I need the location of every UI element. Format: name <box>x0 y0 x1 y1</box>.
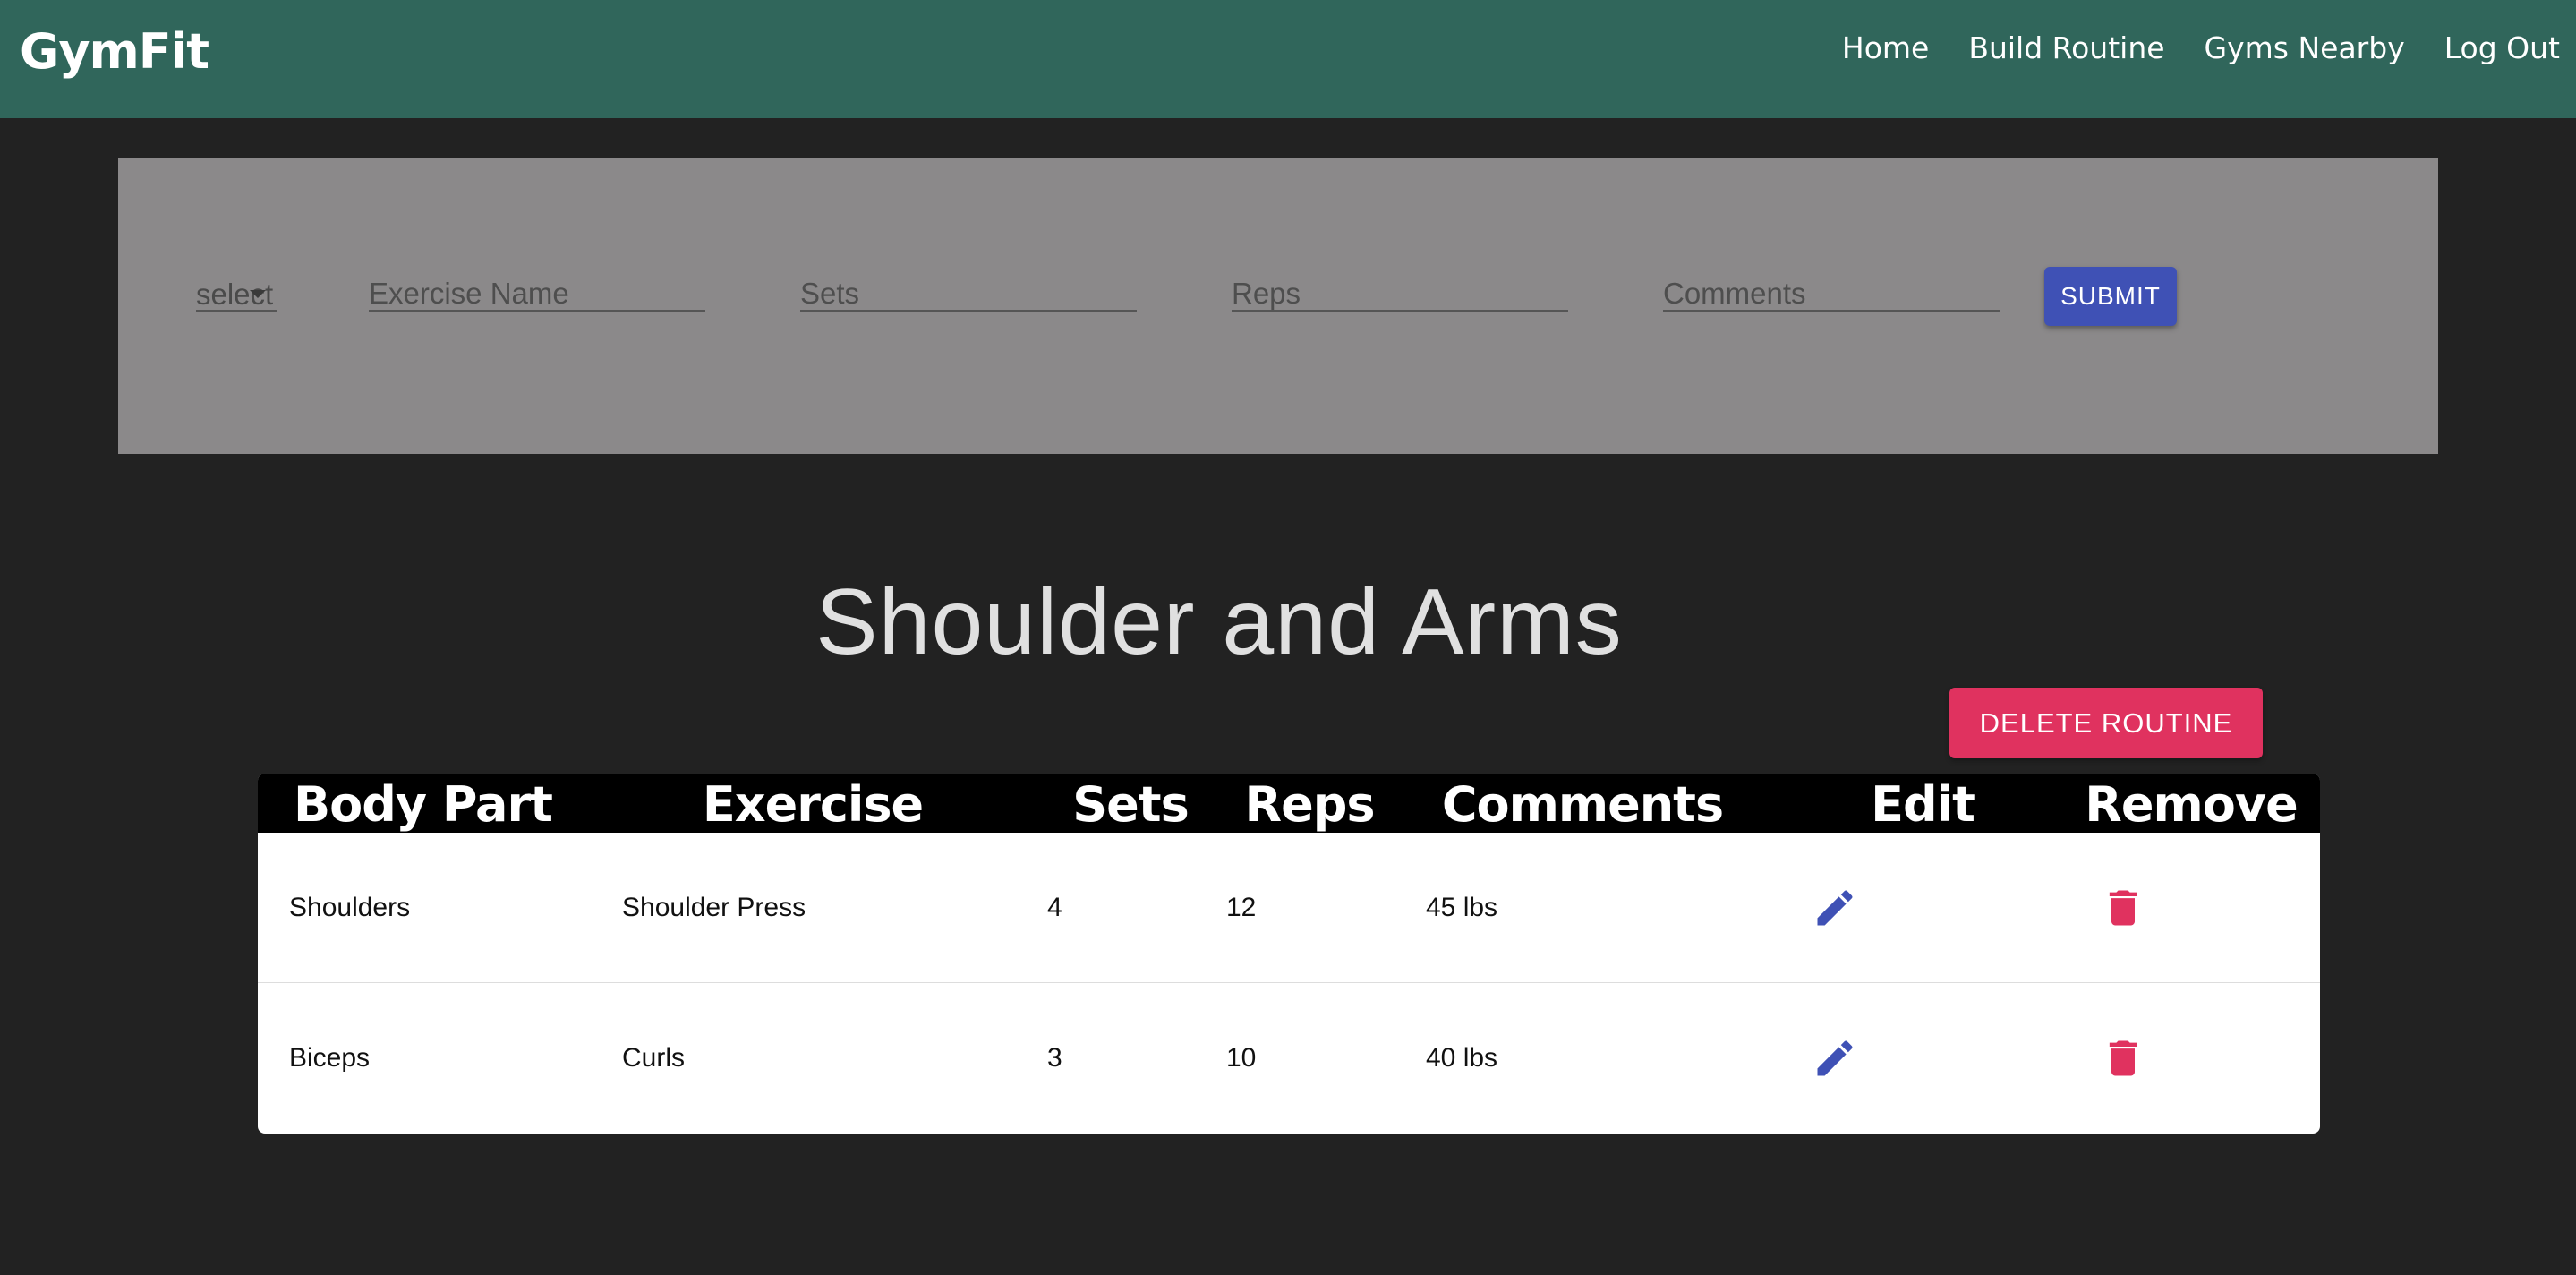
nav-item-log-out[interactable]: Log Out <box>2444 30 2560 65</box>
brand-logo[interactable]: GymFit <box>20 23 209 80</box>
nav-item-build-routine[interactable]: Build Routine <box>1968 30 2164 65</box>
delete-routine-button[interactable]: DELETE ROUTINE <box>1949 688 2263 758</box>
comments-input[interactable] <box>1663 278 2000 310</box>
exercise-name-input[interactable] <box>369 278 705 310</box>
routine-table: Body Part Exercise Sets Reps Comments Ed… <box>258 774 2320 1134</box>
nav-item-home[interactable]: Home <box>1842 30 1929 65</box>
top-navbar: GymFit Home Build Routine Gyms Nearby Lo… <box>0 0 2576 118</box>
body-part-select[interactable]: select <box>196 278 277 312</box>
header-edit: Edit <box>1871 776 1975 833</box>
sets-field <box>800 278 1137 312</box>
header-sets: Sets <box>1072 776 1189 833</box>
header-remove: Remove <box>2085 776 2298 833</box>
cell-exercise: Curls <box>622 1043 686 1073</box>
header-exercise: Exercise <box>702 776 924 833</box>
remove-trash-icon[interactable] <box>2100 885 2146 931</box>
cell-sets: 3 <box>1047 1043 1062 1073</box>
reps-input[interactable] <box>1232 278 1568 310</box>
submit-button[interactable]: SUBMIT <box>2044 267 2177 326</box>
comments-field <box>1663 278 2000 312</box>
header-body-part: Body Part <box>294 776 553 833</box>
remove-trash-icon[interactable] <box>2100 1035 2146 1082</box>
edit-pencil-icon[interactable] <box>1812 1035 1858 1082</box>
table-header: Body Part Exercise Sets Reps Comments Ed… <box>258 774 2320 833</box>
cell-body-part: Shoulders <box>289 893 411 922</box>
reps-field <box>1232 278 1568 312</box>
cell-comments: 40 lbs <box>1426 1043 1498 1073</box>
header-comments: Comments <box>1441 776 1724 833</box>
cell-sets: 4 <box>1047 893 1062 922</box>
sets-input[interactable] <box>800 278 1137 310</box>
nav-links: Home Build Routine Gyms Nearby Log Out <box>1842 30 2560 65</box>
cell-comments: 45 lbs <box>1426 893 1498 922</box>
edit-pencil-icon[interactable] <box>1812 885 1858 931</box>
cell-exercise: Shoulder Press <box>622 893 806 922</box>
cell-body-part: Biceps <box>289 1043 371 1073</box>
add-exercise-form: select SUBMIT <box>118 158 2438 454</box>
nav-item-gyms-nearby[interactable]: Gyms Nearby <box>2205 30 2405 65</box>
cell-reps: 12 <box>1226 893 1257 922</box>
routine-title: Shoulder and Arms <box>815 570 1623 674</box>
caret-down-icon <box>250 290 266 298</box>
table-row: Biceps Curls 3 10 40 lbs <box>258 983 2320 1134</box>
header-reps: Reps <box>1244 776 1375 833</box>
table-row: Shoulders Shoulder Press 4 12 45 lbs <box>258 833 2320 983</box>
exercise-name-field <box>369 278 705 312</box>
cell-reps: 10 <box>1226 1043 1257 1073</box>
